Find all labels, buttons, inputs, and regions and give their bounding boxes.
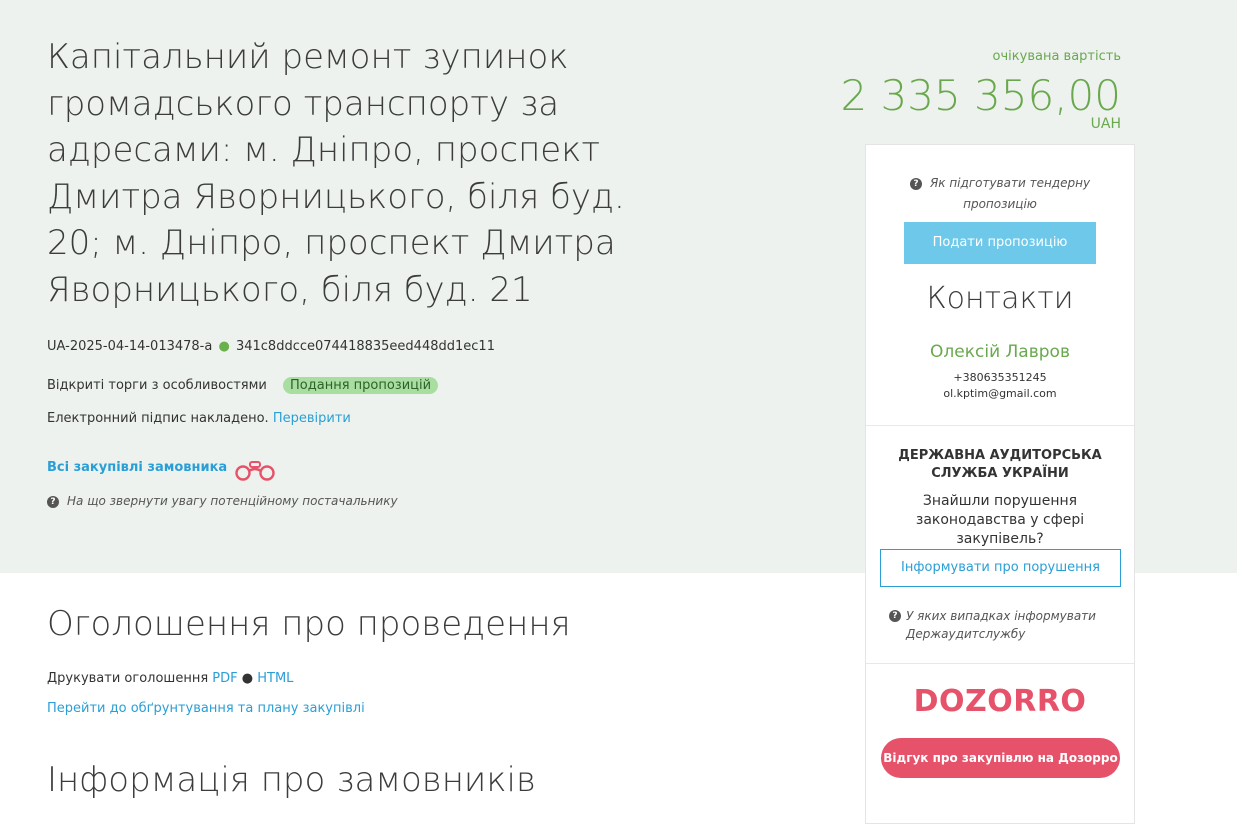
dozorro-logo: DOZORRO	[913, 684, 1087, 719]
how-to-prepare-link[interactable]: ? Як підготувати тендерну пропозицію	[886, 173, 1114, 215]
contact-email: ol.kptim@gmail.com	[943, 387, 1057, 400]
sidebar: ? Як підготувати тендерну пропозицію Пода…	[865, 144, 1135, 824]
tender-identifiers: UA-2025-04-14-013478-a ● 341c8ddcce07441…	[47, 339, 495, 354]
buyers-info-heading: Інформація про замовників	[47, 760, 536, 800]
tender-title: Капітальний ремонт зупинок громадського …	[47, 37, 625, 310]
report-violation-button[interactable]: Інформувати про порушення	[880, 549, 1121, 587]
print-html-link[interactable]: HTML	[257, 671, 293, 686]
submit-bid-button[interactable]: Подати пропозицію	[904, 222, 1096, 264]
signature-text: Електронний підпис накладено.	[47, 411, 269, 426]
expected-value-label: очікувана вартість	[992, 49, 1121, 64]
procedure-type: Відкриті торги з особливостями	[47, 378, 267, 393]
signature-row: Електронний підпис накладено. Перевірити	[47, 411, 351, 426]
contacts-heading: Контакти	[926, 281, 1074, 316]
status-badge: Подання пропозицій	[283, 377, 439, 394]
audit-hint-text: У яких випадках інформувати Держаудитслу…	[906, 609, 1096, 641]
print-label: Друкувати оголошення	[47, 671, 209, 686]
question-icon: ?	[889, 610, 901, 622]
audit-question: Знайшли порушення законодавства у сфері …	[915, 493, 1085, 547]
audit-service-title: ДЕРЖАВНА АУДИТОРСЬКА СЛУЖБА УКРАЇНИ	[898, 448, 1102, 481]
audit-hint-link[interactable]: ? У яких випадках інформувати Держаудитс…	[889, 607, 1116, 643]
expected-value-currency: UAH	[1090, 116, 1121, 132]
question-icon: ?	[909, 178, 922, 190]
sidebar-contacts-section: ? Як підготувати тендерну пропозицію Пода…	[866, 145, 1134, 426]
how-to-prepare-text: Як підготувати тендерну пропозицію	[929, 176, 1091, 211]
print-separator: ●	[241, 671, 254, 686]
procedure-row: Відкриті торги з особливостями Подання п…	[47, 377, 439, 394]
sidebar-audit-section: ДЕРЖАВНА АУДИТОРСЬКА СЛУЖБА УКРАЇНИ Знай…	[866, 426, 1134, 664]
question-icon: ?	[47, 496, 59, 508]
contact-phone: +380635351245	[953, 371, 1047, 384]
tender-hash: 341c8ddcce074418835eed448dd1ec11	[235, 339, 495, 354]
print-announcement-row: Друкувати оголошення PDF ● HTML	[47, 671, 293, 686]
plan-link[interactable]: Перейти до обґрунтування та плану закупі…	[47, 701, 365, 716]
supplier-hint-text: На що звернути увагу потенційному постач…	[67, 494, 398, 508]
announcement-heading: Оголошення про проведення	[47, 604, 571, 644]
contact-name: Олексій Лавров	[930, 342, 1070, 362]
dozorro-feedback-button[interactable]: Відгук про закупівлю на Дозорро	[881, 738, 1120, 778]
supplier-hint[interactable]: ? На що звернути увагу потенційному поста…	[47, 494, 398, 508]
separator-dot: ●	[218, 339, 230, 354]
check-signature-link[interactable]: Перевірити	[273, 411, 351, 426]
print-pdf-link[interactable]: PDF	[212, 671, 237, 686]
expected-value-amount: 2 335 356,00	[840, 71, 1121, 120]
tender-id: UA-2025-04-14-013478-a	[47, 339, 213, 354]
sidebar-dozorro-section: DOZORRO Відгук про закупівлю на Дозорро	[866, 664, 1134, 824]
all-buyer-tenders-link[interactable]: Всі закупівлі замовника	[47, 460, 227, 475]
binoculars-icon[interactable]	[234, 460, 276, 482]
